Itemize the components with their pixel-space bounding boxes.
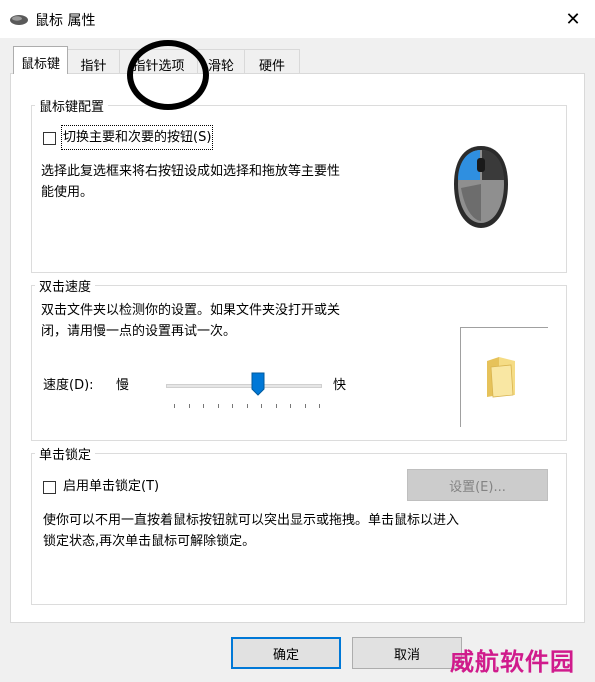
close-button[interactable]: ✕ <box>553 2 593 36</box>
click-lock-description: 锁定状态,再次单击鼠标可解除锁定。 <box>43 534 256 549</box>
double-click-description: 闭，请用慢一点的设置再试一次。 <box>41 324 237 339</box>
group-title: 双击速度 <box>35 276 96 295</box>
mouse-illustration-icon <box>454 146 508 228</box>
tab-label: 指针 <box>80 59 107 74</box>
watermark: 威航软件园 <box>450 648 575 676</box>
tab-pointers[interactable]: 指针 <box>67 49 120 74</box>
double-click-description: 双击文件夹以检测你的设置。如果文件夹没打开或关 <box>41 303 341 318</box>
slider-tick <box>319 404 320 408</box>
slider-tick <box>188 404 190 408</box>
click-lock-label[interactable]: 启用单击锁定(T) <box>63 476 159 497</box>
click-lock-checkbox[interactable] <box>43 481 56 494</box>
slider-tick <box>232 404 233 408</box>
tab-label: 滑轮 <box>207 59 234 74</box>
speed-label: 速度(D): <box>43 378 94 393</box>
swap-description: 选择此复选框来将右按钮设成如选择和拖放等主要性 <box>41 164 341 179</box>
click-lock-description: 使你可以不用一直按着鼠标按钮就可以突出显示或拖拽。单击鼠标以进入 <box>43 513 460 528</box>
slider-tick <box>290 404 291 408</box>
swap-buttons-checkbox[interactable] <box>43 132 56 145</box>
tab-pointer-options[interactable]: 指针选项 <box>119 49 198 74</box>
slider-tick <box>304 404 306 408</box>
slider-tick <box>203 404 204 408</box>
tab-label: 鼠标键 <box>20 57 60 72</box>
fast-label: 快 <box>333 378 347 393</box>
group-title: 单击锁定 <box>35 444 96 463</box>
speed-slider-thumb[interactable] <box>251 372 265 396</box>
button-label: 取消 <box>393 647 420 663</box>
slider-tick <box>261 404 262 408</box>
folder-icon <box>487 357 515 398</box>
tab-buttons[interactable]: 鼠标键 <box>13 46 68 74</box>
swap-buttons-label[interactable]: 切换主要和次要的按钮(S) <box>60 125 214 150</box>
group-title: 鼠标键配置 <box>35 96 109 115</box>
button-label: 设置(E)... <box>449 479 506 495</box>
speed-slider-track[interactable] <box>166 384 322 388</box>
tab-hardware[interactable]: 硬件 <box>244 49 300 74</box>
tab-wheel[interactable]: 滑轮 <box>197 49 245 74</box>
tab-label: 硬件 <box>258 59 285 74</box>
tab-label: 指针选项 <box>132 59 185 74</box>
ok-button[interactable]: 确定 <box>231 637 341 669</box>
swap-description: 能使用。 <box>41 185 94 200</box>
click-lock-settings-button[interactable]: 设置(E)... <box>407 469 548 501</box>
mouse-icon <box>10 15 28 25</box>
test-folder-area[interactable] <box>460 327 548 427</box>
title-bar: 鼠标 属性 ✕ <box>0 0 595 38</box>
slider-tick <box>246 404 248 408</box>
tab-panel: 鼠标键配置 切换主要和次要的按钮(S) 选择此复选框来将右按钮设成如选择和拖放等… <box>10 73 585 623</box>
slow-label: 慢 <box>116 378 130 393</box>
slider-tick <box>275 404 277 408</box>
close-icon: ✕ <box>565 8 581 30</box>
button-label: 确定 <box>272 647 299 663</box>
slider-tick <box>217 404 219 408</box>
cancel-button[interactable]: 取消 <box>352 637 462 669</box>
window-title: 鼠标 属性 <box>35 13 96 29</box>
slider-tick <box>174 404 175 408</box>
